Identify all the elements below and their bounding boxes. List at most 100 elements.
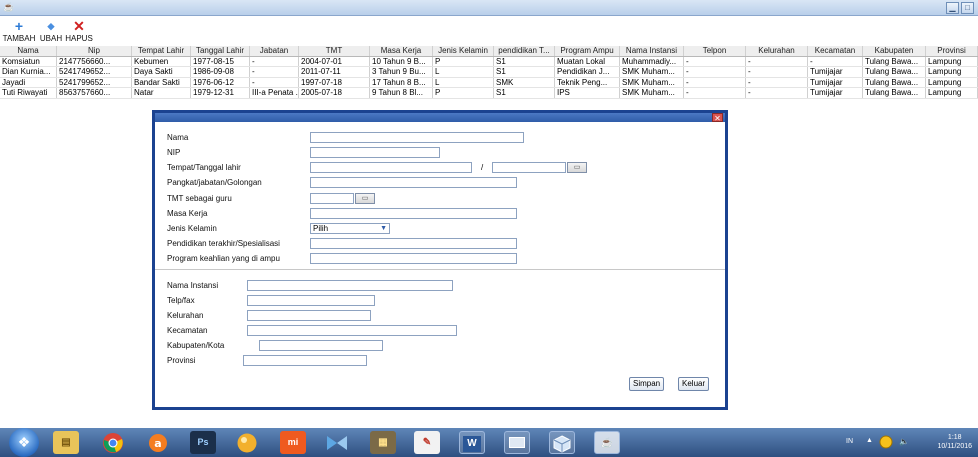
table-cell: 8563757660... <box>57 88 132 98</box>
table-cell: SMK Muham... <box>620 67 684 77</box>
table-row[interactable]: Tuti Riwayati 8563757660... Natar 1979-12-3… <box>0 88 978 99</box>
table-cell: S1 <box>494 56 555 66</box>
column-header[interactable]: Nama <box>0 46 57 56</box>
table-cell: L <box>433 77 494 87</box>
tmt-input[interactable] <box>310 193 354 204</box>
date-separator: / <box>481 163 484 172</box>
chrome-icon[interactable] <box>100 431 126 454</box>
column-header[interactable]: Tempat Lahir <box>132 46 191 56</box>
table-cell: - <box>746 56 808 66</box>
nip-input[interactable] <box>310 147 440 158</box>
table-header: Nama Nip Tempat Lahir Tanggal Lahir Jabatan T… <box>0 46 978 57</box>
kelurahan-input[interactable] <box>247 310 371 321</box>
table-cell: Lampung <box>926 56 978 66</box>
ubah-button[interactable]: ◆ UBAH <box>38 19 64 43</box>
table-cell: Tumijajar <box>808 67 863 77</box>
windows-icon: ❖ <box>17 434 31 450</box>
column-header[interactable]: TMT <box>299 46 370 56</box>
column-header[interactable]: Masa Kerja <box>370 46 433 56</box>
mi-icon[interactable]: mi <box>280 431 306 454</box>
tanggal-lahir-input[interactable] <box>492 162 566 173</box>
label-masa-kerja: Masa Kerja <box>167 209 208 218</box>
simpan-button[interactable]: Simpan <box>629 377 665 391</box>
table-cell: - <box>684 88 746 98</box>
table-cell: SMK Muham... <box>620 88 684 98</box>
table-cell: 17 Tahun 8 B... <box>370 77 433 87</box>
table-row[interactable]: Komsiatun 2147756660... Kebumen 1977-08-15-… <box>0 56 978 67</box>
calendar-icon[interactable]: ▭ <box>355 193 375 204</box>
nama-input[interactable] <box>310 132 524 143</box>
clock[interactable]: 1:18 10/11/2016 <box>937 433 972 451</box>
tambah-button[interactable]: + TAMBAH <box>1 19 37 43</box>
language-indicator[interactable]: IN <box>846 438 853 457</box>
column-header[interactable]: Tanggal Lahir <box>191 46 250 56</box>
table-row[interactable]: Jayadi 5241799652... Bandar Sakti 1976-06-1… <box>0 77 978 88</box>
column-header[interactable]: Nip <box>57 46 132 56</box>
column-header[interactable]: Provinsi <box>926 46 978 56</box>
app-icon: ☕ <box>3 2 15 12</box>
column-header[interactable]: Kecamatan <box>808 46 863 56</box>
netbeans-icon[interactable] <box>324 431 350 454</box>
start-button[interactable]: ❖ <box>9 428 39 457</box>
provinsi-input[interactable] <box>243 355 367 366</box>
kecamatan-input[interactable] <box>247 325 457 336</box>
masa-kerja-input[interactable] <box>310 208 517 219</box>
label-kelurahan: Kelurahan <box>167 311 204 320</box>
column-header[interactable]: Telpon <box>684 46 746 56</box>
table-cell: - <box>746 88 808 98</box>
telp-input[interactable] <box>247 295 375 306</box>
column-header[interactable]: Jenis Kelamin <box>433 46 494 56</box>
corel-icon[interactable] <box>234 431 260 454</box>
virtualbox-icon[interactable] <box>549 431 575 454</box>
close-icon[interactable]: ✕ <box>712 113 723 123</box>
clock-time: 1:18 <box>947 434 962 441</box>
network-icon[interactable] <box>879 435 893 457</box>
table-cell: 1977-08-15 <box>191 56 250 66</box>
pendidikan-input[interactable] <box>310 238 517 249</box>
column-header[interactable]: Kabupaten <box>863 46 926 56</box>
java-icon[interactable]: ☕ <box>594 431 620 454</box>
guru-table: Nama Nip Tempat Lahir Tanggal Lahir Jabatan T… <box>0 46 978 99</box>
column-header[interactable]: Program Ampu <box>555 46 620 56</box>
label-kecamatan: Kecamatan <box>167 326 208 335</box>
column-header[interactable]: Jabatan <box>250 46 299 56</box>
table-cell: Pendidikan J... <box>555 67 620 77</box>
label-nip: NIP <box>167 148 181 157</box>
winrar-icon[interactable]: ▦ <box>370 431 396 454</box>
table-cell: Muhammadiy... <box>620 56 684 66</box>
paint-icon[interactable]: ✎ <box>414 431 440 454</box>
word-icon[interactable]: W <box>459 431 485 454</box>
hapus-button[interactable]: ✕ HAPUS <box>64 19 94 43</box>
chevron-up-icon[interactable]: ▲ <box>866 437 873 457</box>
jenis-kelamin-select[interactable]: Pilih ▼ <box>310 223 390 234</box>
avast-icon[interactable]: a <box>145 431 171 454</box>
table-cell: 1976-06-12 <box>191 77 250 87</box>
volume-icon[interactable]: 🔈 <box>899 437 909 457</box>
table-cell: 1986-09-08 <box>191 67 250 77</box>
maximize-icon[interactable]: □ <box>961 2 974 14</box>
minimize-icon[interactable]: ▁ <box>946 2 959 14</box>
table-cell: 2147756660... <box>57 56 132 66</box>
photoshop-icon[interactable]: Ps <box>190 431 216 454</box>
pangkat-input[interactable] <box>310 177 517 188</box>
table-cell: Jayadi <box>0 77 57 87</box>
label-tmt: TMT sebagai guru <box>167 194 232 203</box>
column-header[interactable]: Kelurahan <box>746 46 808 56</box>
column-header[interactable]: Nama Instansi <box>620 46 684 56</box>
tempat-lahir-input[interactable] <box>310 162 472 173</box>
display-icon[interactable] <box>504 431 530 454</box>
calendar-icon[interactable]: ▭ <box>567 162 587 173</box>
kabupaten-input[interactable] <box>259 340 383 351</box>
keluar-button[interactable]: Keluar <box>678 377 710 391</box>
table-cell: SMK Muham... <box>620 77 684 87</box>
file-explorer-icon[interactable]: ▤ <box>53 431 79 454</box>
label-nama-instansi: Nama Instansi <box>167 281 219 290</box>
edit-icon: ◆ <box>47 21 55 31</box>
table-cell: Teknik Peng... <box>555 77 620 87</box>
program-input[interactable] <box>310 253 517 264</box>
table-cell: - <box>746 77 808 87</box>
table-row[interactable]: Dian Kurnia... 5241749652... Daya Sakti 198… <box>0 67 978 78</box>
nama-instansi-input[interactable] <box>247 280 453 291</box>
table-cell: - <box>684 56 746 66</box>
column-header[interactable]: pendidikan T... <box>494 46 555 56</box>
